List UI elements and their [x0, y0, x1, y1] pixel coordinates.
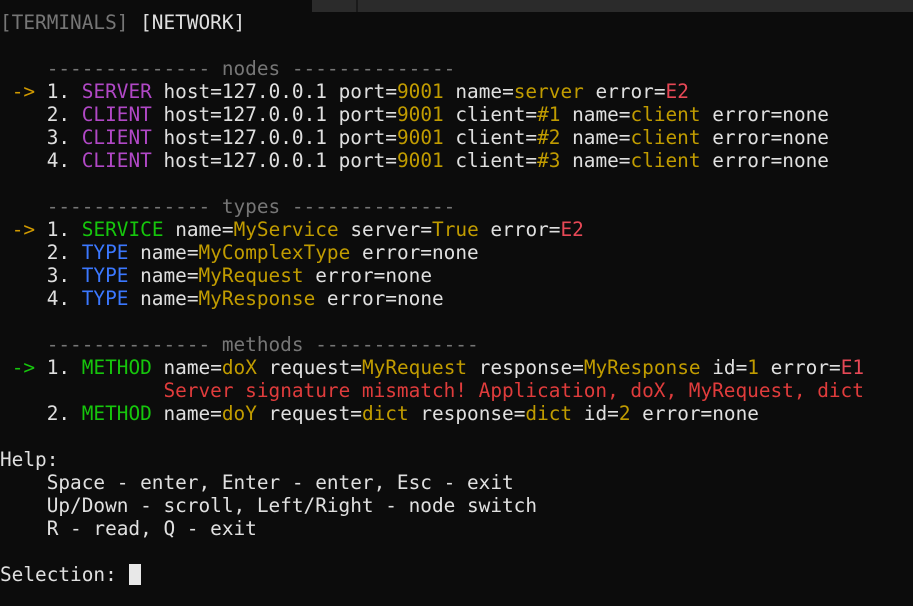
type-row[interactable]: 3. TYPE name=MyRequest error=none: [0, 264, 913, 287]
selection-arrow: ->: [11, 356, 36, 379]
selection-arrow: ->: [11, 218, 36, 241]
type-row[interactable]: 2. TYPE name=MyComplexType error=none: [0, 241, 913, 264]
node-kind: CLIENT: [81, 149, 152, 172]
text-cursor: [129, 564, 142, 585]
terminal-output: [TERMINALS] [NETWORK] -------------- nod…: [0, 11, 913, 586]
nodes-section-header: -------------- nodes --------------: [46, 57, 456, 80]
type-kind: SERVICE: [81, 218, 164, 241]
selection-prompt[interactable]: Selection:: [0, 563, 913, 586]
prompt-label: Selection:: [0, 563, 117, 586]
method-kind: METHOD: [81, 402, 152, 425]
error-code: E1: [840, 356, 865, 379]
tab-terminals[interactable]: [TERMINALS]: [0, 11, 128, 34]
selection-arrow: ->: [11, 80, 36, 103]
view-tabs: [TERMINALS] [NETWORK]: [0, 11, 913, 34]
method-error-message: Server signature mismatch! Application, …: [163, 379, 864, 402]
methods-section-header: -------------- methods --------------: [46, 333, 479, 356]
type-kind: TYPE: [81, 287, 129, 310]
node-kind: CLIENT: [81, 103, 152, 126]
method-row[interactable]: 2. METHOD name=doY request=dict response…: [0, 402, 913, 425]
type-kind: TYPE: [81, 264, 129, 287]
types-section-header: -------------- types --------------: [46, 195, 456, 218]
node-kind: SERVER: [81, 80, 152, 103]
error-code: E2: [665, 80, 689, 103]
type-row[interactable]: 4. TYPE name=MyResponse error=none: [0, 287, 913, 310]
node-row[interactable]: 3. CLIENT host=127.0.0.1 port=9001 clien…: [0, 126, 913, 149]
method-row[interactable]: -> 1. METHOD name=doX request=MyRequest …: [0, 356, 913, 379]
tab-network[interactable]: [NETWORK]: [140, 11, 245, 34]
node-kind: CLIENT: [81, 126, 152, 149]
help-line: Space - enter, Enter - enter, Esc - exit: [46, 471, 514, 494]
node-row[interactable]: 4. CLIENT host=127.0.0.1 port=9001 clien…: [0, 149, 913, 172]
method-kind: METHOD: [81, 356, 152, 379]
help-line: Up/Down - scroll, Left/Right - node swit…: [46, 494, 538, 517]
node-row[interactable]: -> 1. SERVER host=127.0.0.1 port=9001 na…: [0, 80, 913, 103]
error-code: E2: [560, 218, 584, 241]
help-line: R - read, Q - exit: [46, 517, 257, 540]
type-row[interactable]: -> 1. SERVICE name=MyService server=True…: [0, 218, 913, 241]
help-title: Help:: [0, 448, 59, 471]
type-kind: TYPE: [81, 241, 129, 264]
node-row[interactable]: 2. CLIENT host=127.0.0.1 port=9001 clien…: [0, 103, 913, 126]
